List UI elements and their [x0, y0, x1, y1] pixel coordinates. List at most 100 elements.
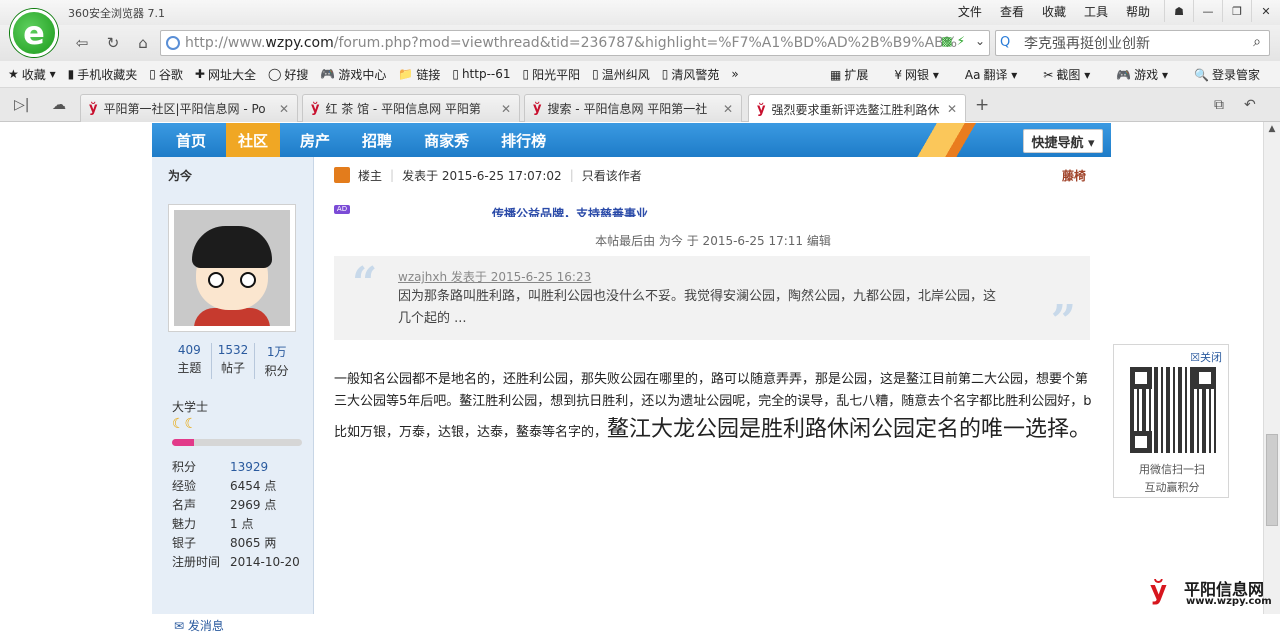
bookmark-wenzhou[interactable]: ▯ 温州纠风 — [592, 66, 650, 83]
menu-favorites[interactable]: 收藏 — [1042, 3, 1066, 20]
tab-current-thread[interactable]: ў 强烈要求重新评选鳌江胜利路休 ✕ — [748, 94, 966, 123]
address-bar[interactable]: http://www. wzpy.com/forum.php?mod=viewth… — [160, 30, 990, 56]
bookmark-links[interactable]: 📁 链接 — [398, 66, 440, 83]
sidebar-toggle-icon[interactable]: ▷| — [14, 97, 29, 113]
profile-key: 注册时间 — [172, 555, 221, 569]
page-scrollbar[interactable]: ▲ — [1263, 122, 1280, 614]
folder-icon: 📁 — [398, 67, 414, 81]
search-engine-icon[interactable]: Q — [1000, 35, 1010, 50]
search-input[interactable]: Q 李克强再挺创业创新 ⌕ — [995, 30, 1270, 56]
only-author-link[interactable]: 只看该作者 — [582, 167, 642, 184]
avatar-image — [174, 210, 290, 326]
profile-value[interactable]: 13929 — [230, 460, 268, 474]
floor-label[interactable]: 藤椅 — [1062, 167, 1086, 184]
send-message-link[interactable]: ✉ 发消息 — [174, 617, 224, 634]
back-icon[interactable]: ⇦ — [70, 32, 94, 54]
user-stats: 409 主题 1532 帖子 1万 积分 — [168, 343, 298, 379]
ext-extend[interactable]: ▦ 扩展 — [830, 66, 868, 83]
nav-realestate[interactable]: 房产 — [288, 123, 342, 157]
ext-screenshot[interactable]: ✂ 截图 ▾ — [1043, 66, 1090, 83]
bookmark-label: 网址大全 — [207, 67, 256, 82]
skin-button[interactable]: ☗ — [1164, 0, 1193, 22]
bookmark-directory[interactable]: ✚ 网址大全 — [195, 66, 256, 83]
address-toolbar: ⇦ ↻ ⌂ http://www. wzpy.com/forum.php?mod=… — [0, 25, 1280, 61]
ext-games[interactable]: 🎮 游戏 ▾ — [1116, 66, 1168, 83]
page-icon: ▯ — [522, 67, 530, 81]
bookmark-google[interactable]: ▯ 谷歌 — [149, 66, 183, 83]
tab-close-icon[interactable]: ✕ — [279, 102, 289, 116]
avatar[interactable] — [168, 204, 296, 332]
scroll-up-icon[interactable]: ▲ — [1266, 124, 1278, 136]
magnifier-icon: 🔍 — [1194, 67, 1209, 82]
qr-close-button[interactable]: ☒关闭 — [1190, 349, 1222, 365]
profile-row: 注册时间 2014-10-20 — [172, 552, 300, 571]
nav-home[interactable]: 首页 — [164, 123, 218, 157]
tab-close-icon[interactable]: ✕ — [947, 102, 957, 116]
tab-tea-house[interactable]: ў 红 茶 馆 - 平阳信息网 平阳第 ✕ — [302, 94, 520, 122]
profile-row: 积分 13929 — [172, 457, 300, 476]
bookmark-sunshine[interactable]: ▯ 阳光平阳 — [523, 66, 581, 83]
ext-translate[interactable]: Aa 翻译 ▾ — [965, 66, 1017, 83]
bookmark-label: 阳光平阳 — [532, 67, 581, 82]
nav-ranking[interactable]: 排行榜 — [489, 123, 558, 157]
stat-posts[interactable]: 1532 帖子 — [212, 343, 256, 379]
stat-threads[interactable]: 409 主题 — [168, 343, 212, 379]
menu-file[interactable]: 文件 — [958, 3, 982, 20]
cloud-icon[interactable]: ☁ — [52, 97, 66, 113]
nav-jobs[interactable]: 招聘 — [350, 123, 404, 157]
bookmarks-more-icon[interactable]: » — [731, 67, 738, 81]
bookmark-favorites[interactable]: ★ 收藏 ▾ — [8, 66, 56, 83]
menu-view[interactable]: 查看 — [1000, 3, 1024, 20]
browser-logo-icon[interactable]: e — [10, 9, 58, 57]
user-rank: 大学士 — [172, 400, 209, 414]
undo-close-icon[interactable]: ↶ — [1244, 97, 1256, 113]
username[interactable]: 为今 — [168, 167, 192, 184]
lightning-icon[interactable]: ⚡ — [957, 34, 965, 48]
minimize-button[interactable]: — — [1193, 0, 1222, 22]
nav-merchants[interactable]: 商家秀 — [412, 123, 481, 157]
tab-label: 强烈要求重新评选鳌江胜利路休 — [771, 102, 940, 117]
ext-label: 截图 — [1056, 68, 1081, 82]
stat-value: 1532 — [217, 343, 249, 357]
nav-community[interactable]: 社区 — [226, 123, 281, 157]
tab-pingyang-community[interactable]: ў 平阳第一社区|平阳信息网 - Po ✕ — [80, 94, 298, 122]
ext-label: 翻译 — [983, 68, 1008, 82]
tab-search[interactable]: ў 搜索 - 平阳信息网 平阳第一社 ✕ — [524, 94, 742, 122]
close-button[interactable]: ✕ — [1251, 0, 1280, 22]
bookmark-police[interactable]: ▯ 清风警苑 — [662, 66, 720, 83]
tab-close-icon[interactable]: ✕ — [723, 102, 733, 116]
bookmark-mobile[interactable]: ▮ 手机收藏夹 — [68, 66, 138, 83]
new-tab-icon[interactable]: + — [975, 95, 989, 115]
app-title: 360安全浏览器 7.1 — [68, 7, 165, 20]
quote-author[interactable]: wzajhxh 发表于 2015-6-25 16:23 — [398, 268, 591, 285]
ad-text[interactable]: 传播公益品牌，支持慈善事业 — [492, 205, 648, 217]
profile-value: 2014-10-20 — [230, 554, 300, 569]
qr-small-icon[interactable]: ▩ — [941, 34, 952, 48]
search-icon[interactable]: ⌕ — [1253, 34, 1261, 50]
menu-tools[interactable]: 工具 — [1084, 3, 1108, 20]
user-profile-info: 积分 13929 经验 6454 点 名声 2969 点 魅力 1 点 银子 8065 两… — [172, 457, 300, 571]
url-dropdown-icon[interactable]: ⌄ — [975, 34, 985, 48]
scroll-thumb[interactable] — [1266, 434, 1278, 526]
page-icon: ▯ — [661, 67, 669, 81]
home-icon[interactable]: ⌂ — [131, 32, 155, 54]
bookmark-http61[interactable]: ▯ http--61 — [452, 67, 510, 81]
bookmark-haosou[interactable]: ◯ 好搜 — [268, 66, 308, 83]
qr-code-icon[interactable] — [1130, 367, 1216, 453]
ext-login-manager[interactable]: 🔍 登录管家 — [1194, 66, 1260, 83]
profile-row: 魅力 1 点 — [172, 514, 300, 533]
bookmark-games[interactable]: 🎮 游戏中心 — [320, 66, 386, 83]
tab-list-icon[interactable]: ⧉ — [1214, 97, 1224, 113]
stat-label: 帖子 — [221, 361, 246, 375]
profile-key: 银子 — [172, 536, 197, 550]
quick-nav-button[interactable]: 快捷导航 ▾ — [1023, 129, 1103, 153]
maximize-button[interactable]: ❐ — [1222, 0, 1251, 22]
ext-bank[interactable]: ¥ 网银 ▾ — [894, 66, 939, 83]
tab-close-icon[interactable]: ✕ — [501, 102, 511, 116]
bookmark-label: 手机收藏夹 — [77, 67, 138, 82]
menu-help[interactable]: 帮助 — [1126, 3, 1150, 20]
stat-credits[interactable]: 1万 积分 — [255, 343, 298, 379]
profile-value: 1 点 — [230, 517, 254, 531]
ad-banner[interactable]: AD 传播公益品牌，支持慈善事业 — [334, 203, 1092, 217]
refresh-icon[interactable]: ↻ — [101, 32, 125, 54]
